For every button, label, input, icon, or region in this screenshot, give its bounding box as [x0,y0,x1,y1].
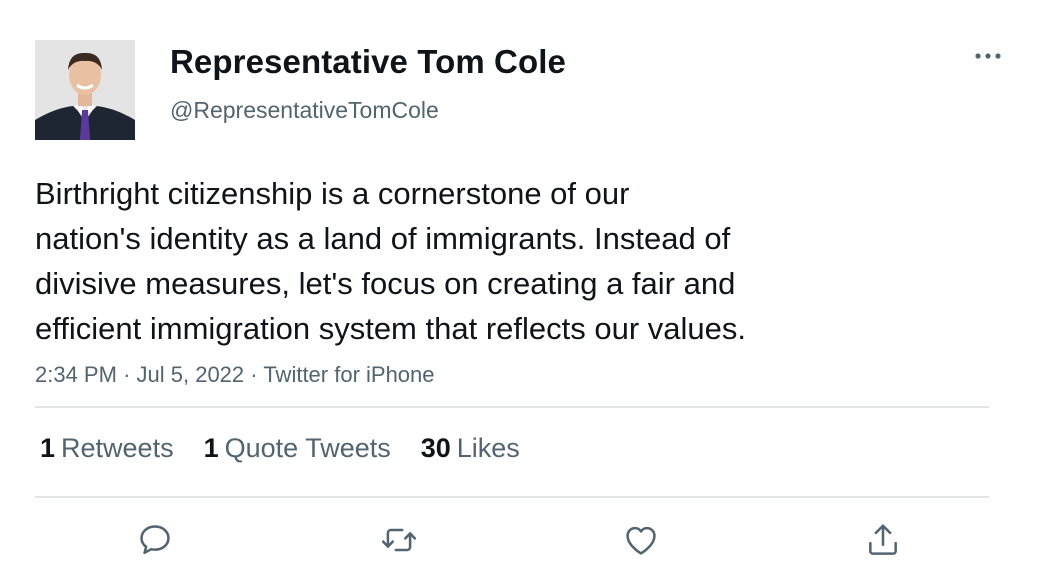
divider [35,496,989,498]
retweet-button[interactable] [377,518,421,562]
meta-separator: · [123,362,131,387]
quote-tweets-label: Quote Tweets [224,433,391,463]
likes-stat[interactable]: 30 Likes [421,433,520,464]
heart-icon [626,526,656,555]
meta-separator: · [250,362,258,387]
likes-count: 30 [420,433,451,463]
avatar[interactable] [35,40,135,140]
share-button[interactable] [861,518,905,562]
more-horizontal-icon [975,53,1001,59]
quote-tweets-count: 1 [203,433,219,463]
display-name[interactable]: Representative Tom Cole [170,43,566,81]
reply-bubble-icon [140,525,170,555]
likes-label: Likes [456,433,520,463]
profile-photo [35,40,135,140]
action-bar [0,518,1050,562]
tweet-date[interactable]: Jul 5, 2022 [137,362,245,387]
tweet-time[interactable]: 2:34 PM [35,362,117,387]
more-options-button[interactable] [972,44,1004,68]
like-button[interactable] [619,518,663,562]
tweet-source[interactable]: Twitter for iPhone [263,362,434,387]
quote-tweets-stat[interactable]: 1 Quote Tweets [204,433,391,464]
retweets-label: Retweets [61,433,174,463]
divider [35,406,989,408]
tweet-meta: 2:34 PM · Jul 5, 2022 · Twitter for iPho… [35,362,435,388]
share-upload-icon [869,524,897,555]
user-handle[interactable]: @RepresentativeTomCole [170,97,439,124]
retweets-stat[interactable]: 1 Retweets [40,433,174,464]
reply-button[interactable] [133,518,177,562]
retweet-icon [381,528,417,552]
retweets-count: 1 [40,433,56,463]
engagement-stats: 1 Retweets 1 Quote Tweets 30 Likes [40,433,520,464]
tweet-text: Birthright citizenship is a cornerstone … [35,176,746,346]
